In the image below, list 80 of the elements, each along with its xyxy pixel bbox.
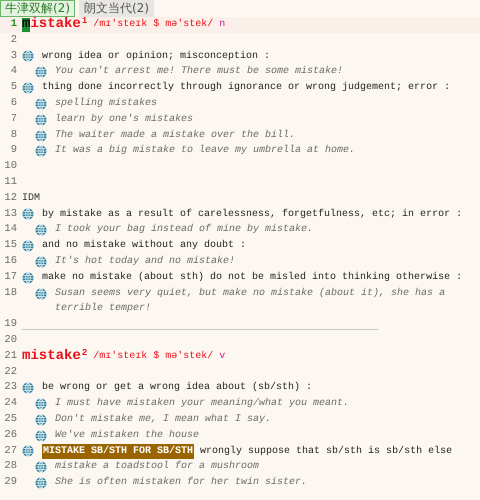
globe-icon xyxy=(22,50,34,62)
line-number: 1 xyxy=(10,17,17,32)
globe-icon xyxy=(22,82,34,94)
line-number: 9 xyxy=(10,143,17,158)
example-sentence: It's hot today and no mistake! xyxy=(55,254,236,269)
line-number: 20 xyxy=(3,332,17,348)
example-sentence: spelling mistakes xyxy=(55,96,158,111)
example-sentence: It was a big mistake to leave my umbrella at home. xyxy=(55,144,356,158)
example-sentence: Don't mistake me, I mean what I say. xyxy=(55,412,272,427)
example-sentence: I took your bag instead of mine by mistake. xyxy=(55,222,314,238)
line-number: 21 xyxy=(3,348,17,364)
line-number: 6 xyxy=(10,96,17,111)
line-number: 2 xyxy=(10,32,17,48)
phrase-highlight: MISTAKE SB/STH FOR SB/STH xyxy=(42,444,194,460)
line-number: 28 xyxy=(3,459,17,474)
dictionary-tab[interactable]: 朗文当代(2) xyxy=(79,0,154,17)
line-number: 12 xyxy=(3,190,17,206)
pronunciation: /mɪ'steɪk $ mə'stek/ xyxy=(93,18,214,32)
section-label: IDM xyxy=(22,192,40,206)
globe-icon xyxy=(35,461,47,474)
globe-icon xyxy=(22,240,34,252)
line-number: 7 xyxy=(10,112,17,127)
line-number: 16 xyxy=(3,254,17,269)
part-of-speech: v xyxy=(219,350,226,364)
globe-icon xyxy=(35,98,47,110)
line-number: 5 xyxy=(10,80,17,96)
line-number: 8 xyxy=(10,128,17,143)
definition-text: be wrong or get a wrong idea about (sb/sth) : xyxy=(42,380,312,396)
headword: mistake xyxy=(22,348,81,365)
dictionary-tab[interactable]: 牛津双解(2) xyxy=(0,0,75,17)
globe-icon xyxy=(22,208,34,220)
globe-icon xyxy=(35,66,47,78)
globe-icon xyxy=(35,430,47,442)
line-number: 4 xyxy=(10,64,17,80)
line-number: 23 xyxy=(3,380,17,396)
example-sentence: learn by one's mistakes xyxy=(55,112,194,127)
globe-icon xyxy=(35,477,47,490)
line-number: 3 xyxy=(10,48,17,64)
example-sentence: The waiter made a mistake over the bill. xyxy=(55,128,296,143)
definition-text: wrong idea or opinion; misconception : xyxy=(42,50,270,64)
line-number: 24 xyxy=(3,396,17,412)
definition-text: make no mistake (about sth) do not be misled into thinking otherwise : xyxy=(42,270,462,285)
line-number: 17 xyxy=(3,270,17,285)
pronunciation: /mɪ'steɪk $ mə'stek/ xyxy=(93,350,214,364)
line-number: 10 xyxy=(3,159,17,174)
line-number: 18 xyxy=(3,286,17,301)
line-number: 19 xyxy=(3,317,17,332)
definition-text: by mistake as a result of carelessness, forgetfulness, etc; in error : xyxy=(42,208,462,222)
homograph-number: 1 xyxy=(82,17,88,26)
globe-icon xyxy=(35,130,47,142)
line-number: 27 xyxy=(3,444,17,459)
line-number: 25 xyxy=(3,412,17,427)
globe-icon xyxy=(35,224,47,236)
example-sentence: Susan seems very quiet, but make no mistake (about it), she has a terrible temper! xyxy=(55,286,446,316)
definition-text: and no mistake without any doubt : xyxy=(42,238,246,254)
homograph-number: 2 xyxy=(82,348,88,358)
globe-icon xyxy=(22,382,34,394)
definition-text: wrongly suppose that sb/sth is sb/sth else xyxy=(200,444,452,459)
example-sentence: You can't arrest me! There must be some mistake! xyxy=(55,64,344,80)
globe-icon xyxy=(35,145,47,158)
example-sentence: She is often mistaken for her twin sister. xyxy=(55,476,308,490)
globe-icon xyxy=(35,256,47,268)
line-number: 11 xyxy=(3,174,17,190)
line-number: 14 xyxy=(3,222,17,238)
definition-text: thing done incorrectly through ignorance or wrong judgement; error : xyxy=(42,80,450,96)
globe-icon xyxy=(35,398,47,410)
line-number: 26 xyxy=(3,428,17,443)
globe-icon xyxy=(22,272,34,284)
line-number: 29 xyxy=(3,475,17,490)
example-sentence: I must have mistaken your meaning/what you meant. xyxy=(55,396,350,412)
part-of-speech: n xyxy=(219,18,226,32)
globe-icon xyxy=(35,114,47,126)
line-number: 15 xyxy=(3,238,17,254)
globe-icon xyxy=(35,288,47,300)
line-number: 22 xyxy=(3,364,17,380)
example-sentence: mistake a toadstool for a mushroom xyxy=(55,460,260,474)
line-number: 13 xyxy=(3,206,17,222)
globe-icon xyxy=(22,445,34,458)
globe-icon xyxy=(35,414,47,426)
example-sentence: We've mistaken the house xyxy=(55,428,200,443)
